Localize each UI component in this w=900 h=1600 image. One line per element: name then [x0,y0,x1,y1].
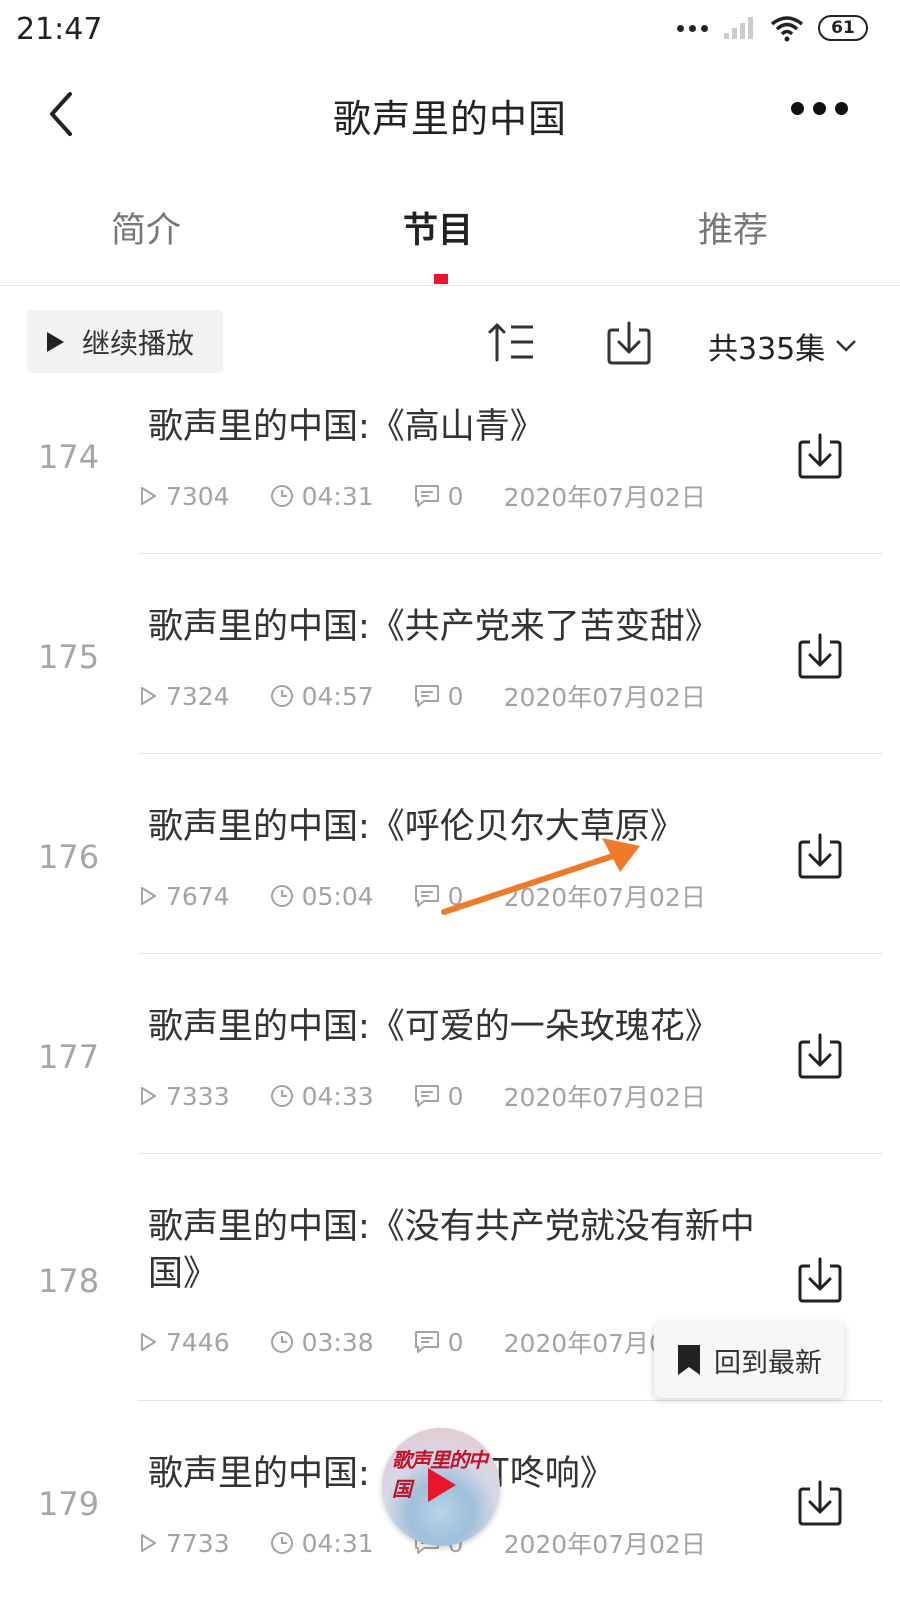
download-icon[interactable] [796,1256,844,1304]
clock-icon [270,1085,293,1107]
back-to-latest-button[interactable]: 回到最新 [654,1322,844,1398]
wifi-icon [770,16,804,42]
episode-title: 歌声里的中国:《没有共产党就没有新中国》 [148,1207,755,1294]
tab-intro[interactable]: 简介 [111,202,181,253]
more-icon[interactable] [791,102,848,115]
clock-icon [270,685,293,707]
episode-number: 177 [38,1038,100,1076]
episode-title: 歌声里的中国:《高山青》 [148,407,545,447]
episode-number: 175 [38,638,100,676]
play-count-icon [141,687,156,705]
status-icons: 61 [677,14,868,42]
download-icon[interactable] [796,632,844,680]
episode-count-label: 共335集 [708,332,826,367]
mini-player[interactable]: 歌声里的中国 [382,1428,500,1546]
comment-count: 0 [447,881,464,911]
clock-icon [270,485,293,507]
download-all-icon[interactable] [606,320,652,366]
play-count: 7333 [166,1081,230,1111]
bookmark-icon [678,1345,700,1375]
play-count: 7446 [166,1327,230,1357]
duration: 04:31 [301,481,374,511]
clock-icon [270,1331,293,1353]
duration: 04:33 [301,1081,374,1111]
back-to-latest-label: 回到最新 [714,1347,822,1379]
play-icon [428,1468,456,1502]
download-icon[interactable] [796,432,844,480]
list-item[interactable]: 174 歌声里的中国:《高山青》 7304 04:31 0 2020年07月02… [0,390,900,555]
list-item[interactable]: 176 歌声里的中国:《呼伦贝尔大草原》 7674 05:04 0 2020年0… [0,790,900,955]
duration: 04:31 [301,1528,374,1558]
play-icon [47,331,64,352]
play-count: 7733 [166,1528,230,1558]
episode-title: 歌声里的中国:《可爱的一朵玫瑰花》 [148,1007,720,1047]
comment-count: 0 [447,1081,464,1111]
row-divider [138,1153,882,1154]
sort-icon[interactable] [487,322,537,362]
episode-title: 歌声里的中国:《共产党来了苦变甜》 [148,607,720,647]
episode-count-select[interactable]: 共335集 [708,324,857,368]
episode-number: 174 [38,438,100,476]
comment-icon [414,1331,439,1353]
row-divider [138,953,882,954]
duration: 05:04 [301,881,374,911]
tab-recommend[interactable]: 推荐 [698,202,768,253]
play-count: 7674 [166,881,230,911]
play-count-icon [141,1534,156,1552]
play-count: 7304 [166,481,230,511]
status-time: 21:47 [16,12,103,47]
continue-play-label: 继续播放 [82,326,195,360]
publish-date: 2020年07月02日 [503,483,706,512]
comment-count: 0 [447,681,464,711]
episode-meta: 7304 04:31 0 2020年07月02日 [138,478,746,514]
tab-episodes[interactable]: 节目 [403,202,473,253]
list-item[interactable]: 177 歌声里的中国:《可爱的一朵玫瑰花》 7333 04:33 0 2020年… [0,990,900,1155]
episode-meta: 7324 04:57 0 2020年07月02日 [138,678,746,714]
comment-icon [414,1085,439,1107]
publish-date: 2020年07月02日 [503,683,706,712]
play-count-icon [141,1333,156,1351]
episode-meta: 7333 04:33 0 2020年07月02日 [138,1078,746,1114]
clock-icon [270,885,293,907]
tab-bar: 简介 节目 推荐 [0,178,900,286]
row-divider [138,1400,882,1401]
episode-toolbar: 继续播放 共335集 [0,300,900,390]
publish-date: 2020年07月02日 [503,1083,706,1112]
header: 歌声里的中国 [0,62,900,167]
row-divider [138,753,882,754]
publish-date: 2020年07月02日 [503,1530,706,1559]
row-divider [138,553,882,554]
play-count-icon [141,1087,156,1105]
duration: 04:57 [301,681,374,711]
comment-icon [414,885,439,907]
comment-icon [414,485,439,507]
clock-icon [270,1532,293,1554]
list-item[interactable]: 175 歌声里的中国:《共产党来了苦变甜》 7324 04:57 0 2020年… [0,590,900,755]
active-tab-indicator [434,274,448,284]
episode-number: 178 [38,1262,100,1300]
comment-icon [414,685,439,707]
continue-play-button[interactable]: 继续播放 [27,310,223,373]
download-icon[interactable] [796,832,844,880]
notification-dots-icon [677,24,708,32]
signal-icon [724,17,753,39]
status-bar: 21:47 61 [0,0,900,62]
page-title: 歌声里的中国 [332,97,567,141]
play-count-icon [141,487,156,505]
download-icon[interactable] [796,1032,844,1080]
episode-number: 176 [38,838,100,876]
publish-date: 2020年07月02日 [503,883,706,912]
play-count-icon [141,887,156,905]
battery-icon: 61 [818,15,868,41]
episode-meta: 7674 05:04 0 2020年07月02日 [138,878,746,914]
duration: 03:38 [301,1327,374,1357]
comment-count: 0 [447,1327,464,1357]
battery-level: 61 [831,18,855,38]
download-icon[interactable] [796,1479,844,1527]
episode-number: 179 [38,1485,100,1523]
chevron-down-icon [836,340,857,352]
play-count: 7324 [166,681,230,711]
comment-count: 0 [447,481,464,511]
episode-title: 歌声里的中国:《呼伦贝尔大草原》 [148,807,685,847]
